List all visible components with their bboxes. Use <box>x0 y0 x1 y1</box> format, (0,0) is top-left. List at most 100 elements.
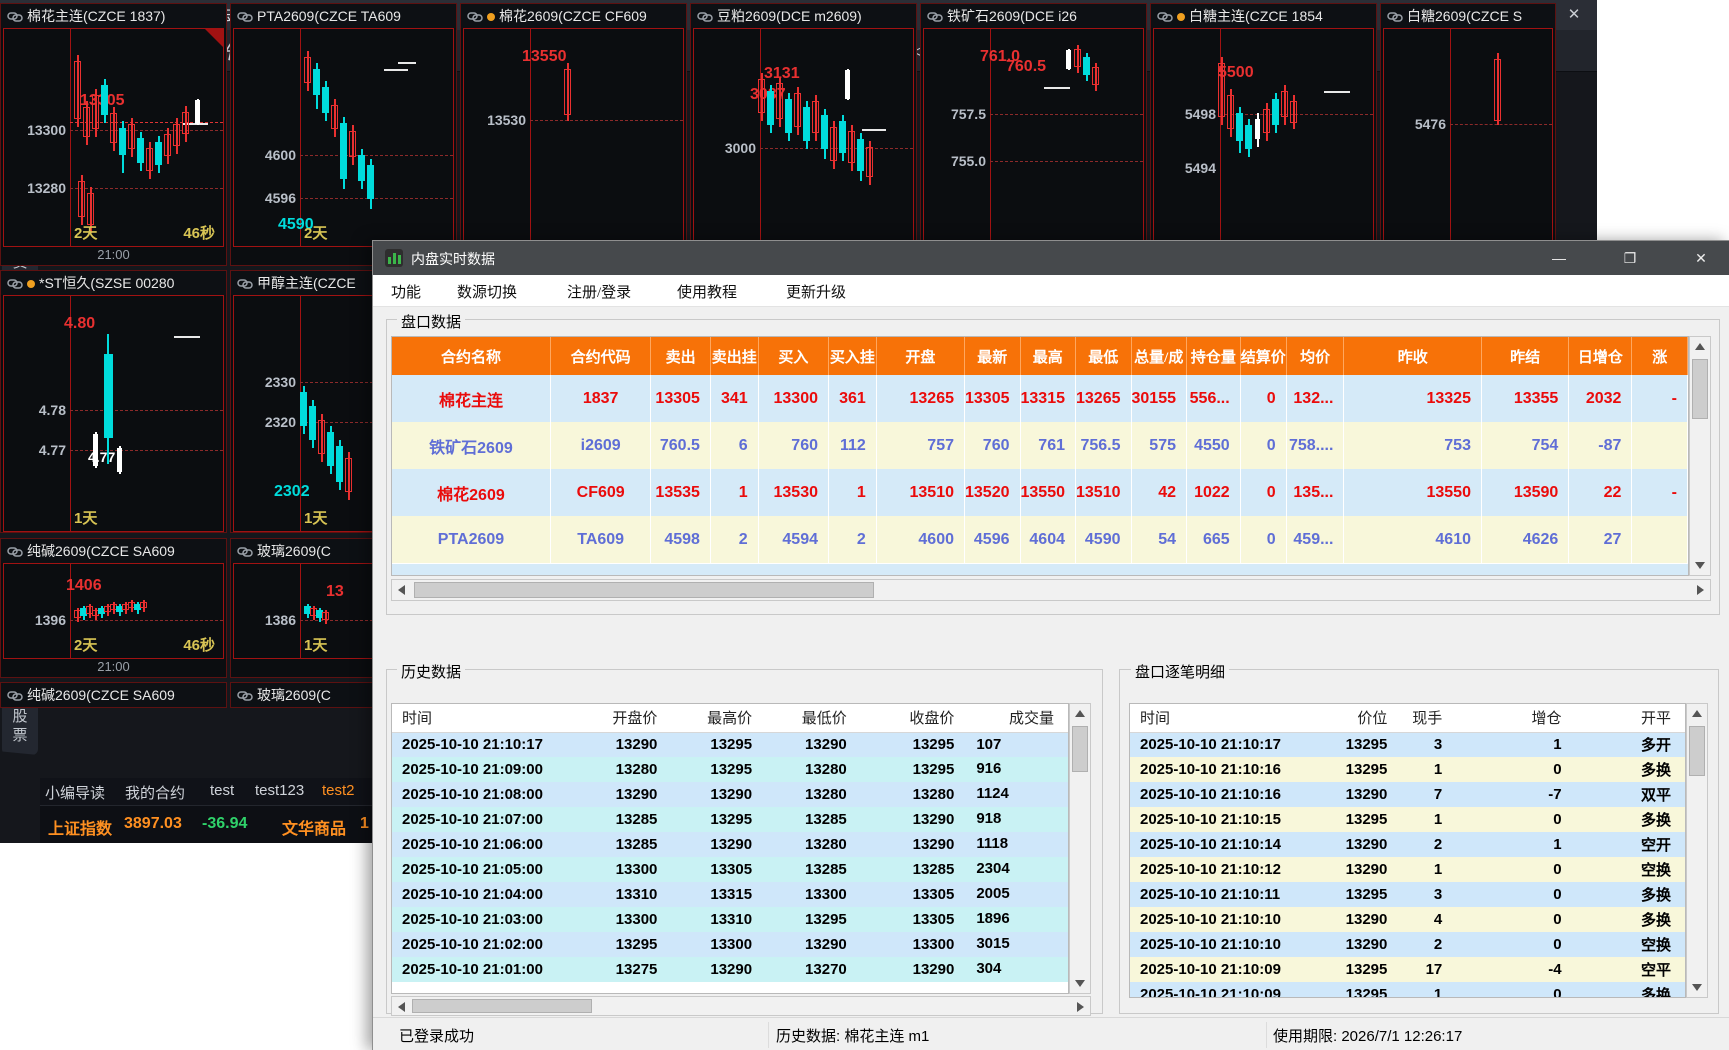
history-cell: 2025-10-10 21:05:00 <box>392 857 577 882</box>
tick-row[interactable]: 2025-10-10 21:10:111329530多换 <box>1130 882 1685 907</box>
quote-col-header: 昨收 <box>1344 337 1482 375</box>
tick-cell: 多换 <box>1576 807 1685 832</box>
history-cell: 13280 <box>861 782 969 807</box>
tick-row[interactable]: 2025-10-10 21:10:16132907-7双平 <box>1130 782 1685 807</box>
quote-col-header: 买入 <box>758 337 828 375</box>
history-row[interactable]: 2025-10-10 21:09:00132801329513280132959… <box>392 757 1068 782</box>
tick-row[interactable]: 2025-10-10 21:10:161329510多换 <box>1130 757 1685 782</box>
quote-row-PTA2609[interactable]: PTA2609TA6094598245942460045964604459054… <box>392 516 1688 563</box>
bottom-tab-test2[interactable]: test2 <box>322 782 355 799</box>
chart-panel-title[interactable]: 纯碱2609(CZCE SA609 <box>1 539 226 563</box>
history-cell: 13305 <box>671 857 766 882</box>
menu-使用教程[interactable]: 使用教程 <box>677 281 737 302</box>
history-cell: 13290 <box>577 782 672 807</box>
quote-col-header: 持仓量 <box>1187 337 1241 375</box>
history-cell: 13285 <box>577 807 672 832</box>
y-axis-label: 4596 <box>234 190 296 206</box>
history-row[interactable]: 2025-10-10 21:04:00133101331513300133052… <box>392 882 1068 907</box>
menu-注册/登录[interactable]: 注册/登录 <box>567 281 631 302</box>
menu-数源切换[interactable]: 数源切换 <box>457 281 517 302</box>
tick-cell: 13295 <box>1310 982 1402 998</box>
quote-row-铁矿石2609[interactable]: 铁矿石2609i2609760.56760112757760761756.557… <box>392 422 1688 469</box>
dialog-close-button[interactable]: ✕ <box>1680 245 1722 271</box>
dialog-minimize-button[interactable]: — <box>1538 245 1580 271</box>
chart-plot-area[interactable]: 4600459645902天 <box>233 28 454 247</box>
x-axis-label: 21:00 <box>3 659 224 677</box>
tick-cell: 1 <box>1456 832 1575 857</box>
tick-row[interactable]: 2025-10-10 21:10:101329040多换 <box>1130 907 1685 932</box>
commodity-index-name[interactable]: 文华商品 <box>282 815 346 839</box>
history-row[interactable]: 2025-10-10 21:08:00132901329013280132801… <box>392 782 1068 807</box>
tick-cell: 13290 <box>1310 832 1402 857</box>
chart-plot-area[interactable]: 300031313087 <box>693 28 914 247</box>
quote-row-棉花2609[interactable]: 棉花2609CF60913535113530113510135201355013… <box>392 469 1688 516</box>
chart-plot-area[interactable]: 139614062天46秒 <box>3 563 224 659</box>
chart-panel-title[interactable]: 白糖2609(CZCE S <box>1381 4 1555 28</box>
chart-panel-title[interactable]: *ST恒久(SZSE 00280 <box>1 271 226 295</box>
tick-row[interactable]: 2025-10-10 21:10:121329010空换 <box>1130 857 1685 882</box>
chart-panel-title[interactable]: 纯碱2609(CZCE SA609 <box>1 683 226 707</box>
chart-panel-title[interactable]: 棉花主连(CZCE 1837) <box>1 4 226 28</box>
dialog-maximize-button[interactable]: ❐ <box>1609 245 1651 271</box>
quote-vscrollbar[interactable] <box>1689 336 1711 576</box>
tick-row[interactable]: 2025-10-10 21:10:091329517-4空平 <box>1130 957 1685 982</box>
history-cell: 2025-10-10 21:01:00 <box>392 957 577 982</box>
history-row[interactable]: 2025-10-10 21:02:00132951330013290133003… <box>392 932 1068 957</box>
quote-cell: 1 <box>710 469 758 516</box>
history-vscrollbar[interactable] <box>1069 703 1091 994</box>
tick-vscrollbar[interactable] <box>1686 703 1708 998</box>
tick-row[interactable]: 2025-10-10 21:10:091329510多换 <box>1130 982 1685 998</box>
chart-panel-title[interactable]: 豆粕2609(DCE m2609) <box>691 4 916 28</box>
quote-hscrollbar[interactable] <box>391 579 1711 601</box>
bottom-tab-test[interactable]: test <box>210 782 234 799</box>
index-name[interactable]: 上证指数 <box>48 815 112 839</box>
chart-panel-title[interactable]: PTA2609(CZCE TA609 <box>231 4 456 28</box>
quote-cell: 13520 <box>965 469 1021 516</box>
tick-row[interactable]: 2025-10-10 21:10:101329020空换 <box>1130 932 1685 957</box>
chart-plot-area[interactable]: 4.784.774.804.771天 <box>3 295 224 532</box>
quote-col-header: 卖出 <box>651 337 711 375</box>
bottom-tab-我的合约[interactable]: 我的合约 <box>125 782 185 803</box>
bottom-tab-test123[interactable]: test123 <box>255 782 304 799</box>
chart-panel-8: *ST恒久(SZSE 002804.784.774.804.771天 <box>0 270 227 533</box>
y-axis-label: 755.0 <box>924 153 986 169</box>
history-cell: 13285 <box>766 807 861 832</box>
history-row[interactable]: 2025-10-10 21:10:17132901329513290132951… <box>392 732 1068 757</box>
chart-panel-title[interactable]: 棉花2609(CZCE CF609 <box>461 4 686 28</box>
menu-功能[interactable]: 功能 <box>391 281 421 302</box>
tick-row[interactable]: 2025-10-10 21:10:141329021空开 <box>1130 832 1685 857</box>
history-row[interactable]: 2025-10-10 21:05:00133001330513285132852… <box>392 857 1068 882</box>
tick-row[interactable]: 2025-10-10 21:10:171329531多开 <box>1130 732 1685 757</box>
quote-row-棉花主连[interactable]: 棉花主连183713305341133003611326513305133151… <box>392 375 1688 422</box>
history-hscrollbar[interactable] <box>391 996 1091 1016</box>
y-axis-label: 757.5 <box>924 106 986 122</box>
history-row[interactable]: 2025-10-10 21:06:00132851329013280132901… <box>392 832 1068 857</box>
quote-group-label: 盘口数据 <box>397 311 465 332</box>
menu-更新升级[interactable]: 更新升级 <box>786 281 846 302</box>
chart-plot-area[interactable]: 757.5755.0761.0760.5 <box>923 28 1144 247</box>
chart-plot-area[interactable]: 5476 <box>1383 28 1553 247</box>
tick-cell: 2025-10-10 21:10:16 <box>1130 782 1310 807</box>
index-value: 3897.03 <box>124 815 182 833</box>
price-label: 4.80 <box>64 315 95 333</box>
close-button[interactable]: ✕ <box>1554 2 1594 28</box>
quote-col-header: 昨结 <box>1481 337 1568 375</box>
quote-cell: 13510 <box>876 469 964 516</box>
history-row[interactable]: 2025-10-10 21:07:00132851329513285132909… <box>392 807 1068 832</box>
chart-plot-area[interactable]: 1353013550 <box>463 28 684 247</box>
tick-row[interactable]: 2025-10-10 21:10:151329510多换 <box>1130 807 1685 832</box>
history-row[interactable]: 2025-10-10 21:01:00132751329013270132903… <box>392 957 1068 982</box>
history-row[interactable]: 2025-10-10 21:03:00133001331013295133051… <box>392 907 1068 932</box>
chart-plot-area[interactable]: 549854945500 <box>1153 28 1374 247</box>
chart-panel-title[interactable]: 白糖主连(CZCE 1854 <box>1151 4 1376 28</box>
y-axis-label: 13280 <box>4 180 66 196</box>
chart-plot-area[interactable]: 1330013280133052天46秒 <box>3 28 224 247</box>
history-cell: 1118 <box>968 832 1068 857</box>
quote-col-header: 合约代码 <box>550 337 650 375</box>
chart-panel-title[interactable]: 铁矿石2609(DCE i26 <box>921 4 1146 28</box>
tick-cell: 双平 <box>1576 782 1685 807</box>
chart-panel-6: 白糖主连(CZCE 1854549854945500 <box>1150 3 1377 266</box>
bottom-tab-小编导读[interactable]: 小编导读 <box>45 782 105 803</box>
y-axis-label: 1386 <box>234 612 296 628</box>
quote-cell: 459... <box>1286 516 1344 563</box>
